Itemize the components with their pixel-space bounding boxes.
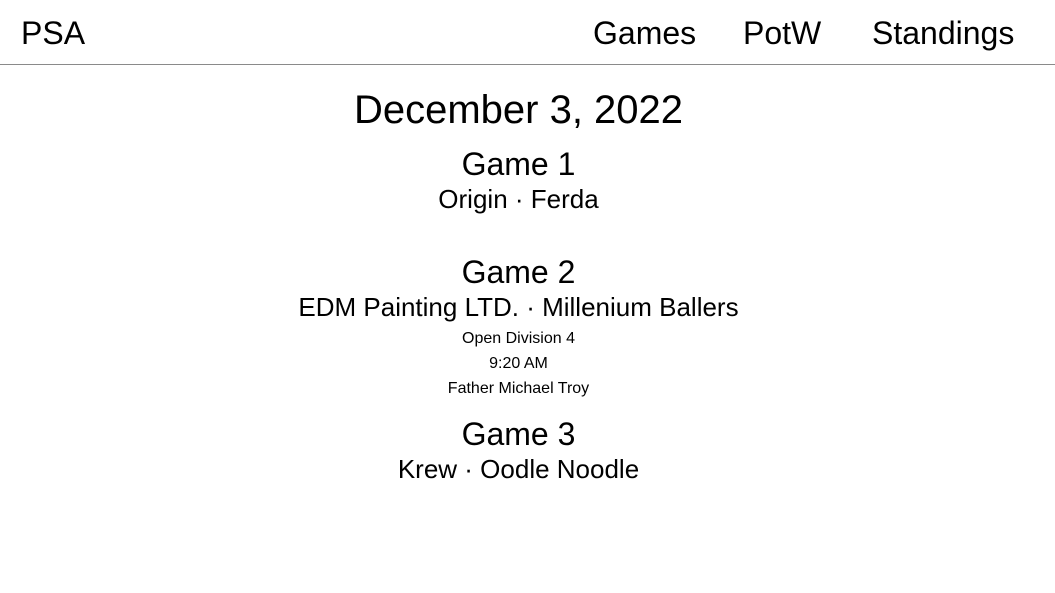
games-content: December 3, 2022 Game 1 Origin · Ferda G… — [0, 66, 1037, 485]
game-time: 9:20 AM — [489, 355, 548, 372]
nav-link-standings[interactable]: Standings — [872, 14, 1014, 52]
date-heading: December 3, 2022 — [353, 88, 684, 132]
game-teams: EDM Painting LTD. · Millenium Ballers — [298, 292, 739, 322]
game-division: Open Division 4 — [462, 330, 575, 347]
game-location: Father Michael Troy — [447, 380, 590, 397]
game-card-3[interactable]: Game 3 Krew · Oodle Noodle — [0, 415, 1037, 485]
game-title: Game 2 — [461, 254, 576, 290]
game-teams: Origin · Ferda — [438, 184, 599, 214]
game-title: Game 3 — [461, 416, 576, 452]
game-card-1[interactable]: Game 1 Origin · Ferda — [0, 145, 1037, 215]
brand-link[interactable]: PSA — [21, 14, 85, 52]
game-card-2[interactable]: Game 2 EDM Painting LTD. · Millenium Bal… — [0, 253, 1037, 401]
top-navbar: PSA Games PotW Standings — [0, 0, 1055, 65]
game-title: Game 1 — [461, 146, 576, 182]
nav-link-potw[interactable]: PotW — [743, 14, 821, 52]
nav-link-games[interactable]: Games — [593, 14, 696, 52]
game-teams: Krew · Oodle Noodle — [397, 454, 640, 484]
